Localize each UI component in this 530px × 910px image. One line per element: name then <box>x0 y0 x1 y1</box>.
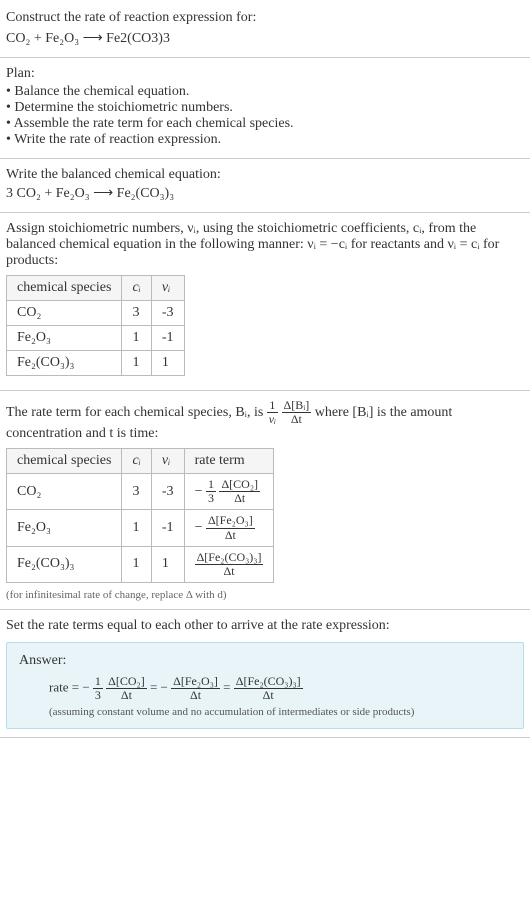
final-heading: Set the rate terms equal to each other t… <box>6 618 524 634</box>
cell-c: 1 <box>122 325 151 350</box>
plan-item: Determine the stoichiometric numbers. <box>6 100 524 116</box>
rate-term-text: The rate term for each chemical species,… <box>6 399 524 442</box>
cell-c: 3 <box>122 300 151 325</box>
cell-rate-term: − Δ[Fe₂O₃] Δt <box>184 510 274 546</box>
coef-frac: 1 3 <box>93 675 103 702</box>
plan-section: Plan: Balance the chemical equation. Det… <box>0 58 530 159</box>
frac-num: Δ[CO₂] <box>219 478 260 492</box>
delta-frac: Δ[Fe₂O₃] Δt <box>171 675 220 702</box>
delta-frac: Δ[Fe₂O₃] Δt <box>206 514 255 541</box>
cell-species: CO₂ <box>7 300 122 325</box>
table-row: Fe₂O₃ 1 -1 − Δ[Fe₂O₃] Δt <box>7 510 274 546</box>
plan-item: Balance the chemical equation. <box>6 84 524 100</box>
table-row: CO₂ 3 -3 <box>7 300 185 325</box>
frac-den: Δt <box>171 689 220 702</box>
table-row: Fe₂(CO₃)₃ 1 1 Δ[Fe₂(CO₃)₃] Δt <box>7 546 274 582</box>
table-row: CO₂ 3 -3 − 1 3 Δ[CO₂] Δt <box>7 473 274 509</box>
balanced-section: Write the balanced chemical equation: 3 … <box>0 159 530 213</box>
rate-term-note: (for infinitesimal rate of change, repla… <box>6 589 524 601</box>
stoich-section: Assign stoichiometric numbers, νᵢ, using… <box>0 213 530 391</box>
sign: − <box>195 520 203 535</box>
plan-item: Write the rate of reaction expression. <box>6 132 524 148</box>
frac-den: Δt <box>219 492 260 505</box>
rate-term-table: chemical species cᵢ νᵢ rate term CO₂ 3 -… <box>6 448 274 583</box>
cell-rate-term: Δ[Fe₂(CO₃)₃] Δt <box>184 546 274 582</box>
frac-num: 1 <box>267 399 278 413</box>
table-header-row: chemical species cᵢ νᵢ rate term <box>7 448 274 473</box>
table-header-row: chemical species cᵢ νᵢ <box>7 275 185 300</box>
frac-num: Δ[Bᵢ] <box>282 399 312 413</box>
delta-frac: Δ[CO₂] Δt <box>219 478 260 505</box>
frac-num: 1 <box>206 478 216 492</box>
cell-v: 1 <box>151 546 184 582</box>
col-v: νᵢ <box>151 275 184 300</box>
frac-num: Δ[Fe₂(CO₃)₃] <box>234 675 303 689</box>
balanced-heading: Write the balanced chemical equation: <box>6 167 524 183</box>
cell-species: CO₂ <box>7 473 122 509</box>
intro-section: Construct the rate of reaction expressio… <box>0 0 530 58</box>
delta-frac: Δ[Fe₂(CO₃)₃] Δt <box>234 675 303 702</box>
answer-equation: rate = − 1 3 Δ[CO₂] Δt = − Δ[Fe₂O₃] Δt =… <box>19 675 511 702</box>
rate-term-section: The rate term for each chemical species,… <box>0 391 530 611</box>
cell-species: Fe₂(CO₃)₃ <box>7 546 122 582</box>
frac-den: 3 <box>206 492 216 505</box>
cell-v: -3 <box>151 300 184 325</box>
col-c: cᵢ <box>122 275 151 300</box>
stoich-table: chemical species cᵢ νᵢ CO₂ 3 -3 Fe₂O₃ 1 … <box>6 275 185 376</box>
cell-v: -1 <box>151 510 184 546</box>
delta-frac: Δ[CO₂] Δt <box>106 675 147 702</box>
intro-equation: CO₂ + Fe₂O₃ ⟶ Fe2(CO3)3 <box>6 28 524 49</box>
intro-prompt: Construct the rate of reaction expressio… <box>6 8 524 28</box>
cell-v: -1 <box>151 325 184 350</box>
cell-rate-term: − 1 3 Δ[CO₂] Δt <box>184 473 274 509</box>
cell-c: 1 <box>122 546 151 582</box>
col-species: chemical species <box>7 275 122 300</box>
frac-den: Δt <box>106 689 147 702</box>
cell-c: 1 <box>122 350 151 375</box>
cell-v: -3 <box>151 473 184 509</box>
plan-heading: Plan: <box>6 66 524 82</box>
frac-den: νᵢ <box>267 413 278 426</box>
cell-species: Fe₂(CO₃)₃ <box>7 350 122 375</box>
equals: = − <box>150 680 168 695</box>
cell-c: 1 <box>122 510 151 546</box>
frac-num: Δ[Fe₂(CO₃)₃] <box>195 551 264 565</box>
rate-text-before: The rate term for each chemical species,… <box>6 405 267 420</box>
rate-label: rate = − <box>49 680 90 695</box>
table-row: Fe₂O₃ 1 -1 <box>7 325 185 350</box>
plan-item: Assemble the rate term for each chemical… <box>6 116 524 132</box>
frac-den: Δt <box>195 565 264 578</box>
col-species: chemical species <box>7 448 122 473</box>
stoich-text: Assign stoichiometric numbers, νᵢ, using… <box>6 221 524 269</box>
delta-frac: Δ[Fe₂(CO₃)₃] Δt <box>195 551 264 578</box>
cell-v: 1 <box>151 350 184 375</box>
frac-den: Δt <box>234 689 303 702</box>
answer-label: Answer: <box>19 653 511 669</box>
answer-note: (assuming constant volume and no accumul… <box>19 706 511 718</box>
col-v: νᵢ <box>151 448 184 473</box>
frac-num: Δ[Fe₂O₃] <box>171 675 220 689</box>
cell-species: Fe₂O₃ <box>7 510 122 546</box>
frac-den: 3 <box>93 689 103 702</box>
generic-coef-frac: 1 νᵢ <box>267 399 278 426</box>
frac-den: Δt <box>206 529 255 542</box>
frac-num: Δ[Fe₂O₃] <box>206 514 255 528</box>
frac-num: 1 <box>93 675 103 689</box>
frac-num: Δ[CO₂] <box>106 675 147 689</box>
coef-frac: 1 3 <box>206 478 216 505</box>
equals: = <box>223 680 234 695</box>
answer-box: Answer: rate = − 1 3 Δ[CO₂] Δt = − Δ[Fe₂… <box>6 642 524 729</box>
plan-list: Balance the chemical equation. Determine… <box>6 84 524 148</box>
col-rate-term: rate term <box>184 448 274 473</box>
balanced-equation: 3 CO₂ + Fe₂O₃ ⟶ Fe₂(CO₃)₃ <box>6 183 524 204</box>
col-c: cᵢ <box>122 448 151 473</box>
sign: − <box>195 484 203 499</box>
generic-delta-frac: Δ[Bᵢ] Δt <box>282 399 312 426</box>
table-row: Fe₂(CO₃)₃ 1 1 <box>7 350 185 375</box>
cell-c: 3 <box>122 473 151 509</box>
final-section: Set the rate terms equal to each other t… <box>0 610 530 738</box>
cell-species: Fe₂O₃ <box>7 325 122 350</box>
frac-den: Δt <box>282 413 312 426</box>
